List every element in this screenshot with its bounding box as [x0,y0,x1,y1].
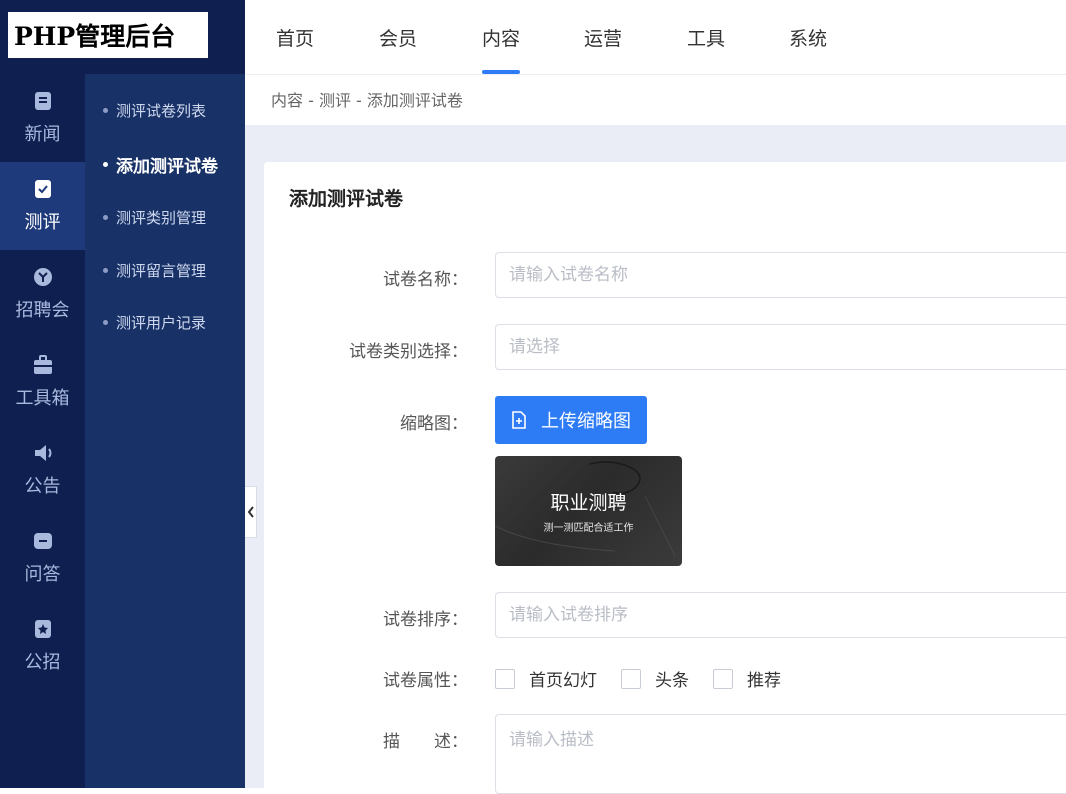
checkbox[interactable] [495,668,515,689]
checkbox[interactable] [713,668,733,689]
subnav-item-label: 添加测评试卷 [116,157,218,177]
rail-item-label: 问答 [24,564,61,585]
rail-item-label: 新闻 [24,124,61,145]
news-icon [32,90,54,112]
rail-item-label: 公告 [24,476,61,497]
paper-name-input[interactable] [495,252,1066,298]
paper-name-label: 试卷名称： [383,270,468,290]
rail-item-public-recruit[interactable]: 公招 [0,602,85,690]
checkbox-label: 首页幻灯 [529,671,597,691]
app-logo: PHP管理后台 [8,12,208,58]
rail-item-evaluation[interactable]: 测评 [0,162,85,250]
thumbnail-label: 缩略图： [400,414,468,434]
toolbox-icon [32,354,54,376]
upload-file-icon [512,411,526,429]
attributes-label: 试卷属性： [383,671,468,691]
rail-item-announcement[interactable]: 公告 [0,426,85,514]
attribute-checkboxes: 首页幻灯 头条 推荐 [495,666,805,691]
announcement-icon [32,442,54,464]
attr-recommend-option[interactable]: 推荐 [713,666,781,691]
attr-slideshow-option[interactable]: 首页幻灯 [495,666,597,691]
breadcrumb: 内容 - 测评 - 添加测评试卷 [245,75,1066,125]
tab-home[interactable]: 首页 [276,24,314,51]
rail-item-toolbox[interactable]: 工具箱 [0,338,85,426]
subnav-item-label: 测评试卷列表 [116,102,207,120]
thumbnail-title: 职业测聘 [550,492,627,514]
tab-tools[interactable]: 工具 [687,24,725,51]
subnav-item-comments[interactable]: 测评留言管理 [103,260,206,281]
subnav-item-label: 测评留言管理 [116,262,207,280]
subnav-item-paper-list[interactable]: 测评试卷列表 [103,100,206,121]
upload-button-label: 上传缩略图 [541,411,631,432]
attr-headline-option[interactable]: 头条 [621,666,689,691]
description-label: 描 述： [383,732,468,752]
subnav-item-category[interactable]: 测评类别管理 [103,207,206,228]
checkbox-label: 推荐 [747,671,781,691]
sort-label: 试卷排序： [383,610,468,630]
rail-item-label: 公招 [24,652,61,673]
thumbnail-preview: 职业测聘 测一测匹配合适工作 [495,456,682,566]
rail-item-label: 测评 [24,212,61,233]
category-select-label: 试卷类别选择： [349,342,468,362]
bullet-dot [103,320,108,325]
public-recruit-icon [32,618,54,640]
bullet-dot [103,162,108,167]
rail-item-news[interactable]: 新闻 [0,74,85,162]
job-fair-icon [32,266,54,288]
sub-sidebar: 测评试卷列表 添加测评试卷 测评类别管理 测评留言管理 测评用户记录 [85,74,245,788]
collapse-sidebar-button[interactable] [245,486,257,538]
checkbox-label: 头条 [655,671,689,691]
rail-item-label: 工具箱 [15,388,70,409]
thumbnail-subtitle: 测一测匹配合适工作 [543,523,634,534]
evaluation-icon [32,178,54,200]
subnav-item-label: 测评类别管理 [116,209,207,227]
top-nav: 首页 会员 内容 运营 工具 系统 [245,0,1066,75]
page-title: 添加测评试卷 [289,188,404,210]
icon-rail: 新闻 测评 招聘会 工具箱 公告 问答 公招 [0,0,85,788]
description-textarea[interactable] [495,714,1066,794]
qa-icon [32,530,54,552]
upload-thumbnail-button[interactable]: 上传缩略图 [495,396,647,444]
category-select[interactable] [495,324,1066,370]
subnav-item-user-records[interactable]: 测评用户记录 [103,312,206,333]
sort-input[interactable] [495,592,1066,638]
bullet-dot [103,268,108,273]
bullet-dot [103,108,108,113]
subnav-item-label: 测评用户记录 [116,314,207,332]
checkbox[interactable] [621,668,641,689]
subnav-item-add-paper[interactable]: 添加测评试卷 [103,152,218,177]
bullet-dot [103,215,108,220]
tab-system[interactable]: 系统 [789,24,827,51]
tab-member[interactable]: 会员 [379,24,417,51]
tab-operation[interactable]: 运营 [584,24,622,51]
tab-content[interactable]: 内容 [482,24,521,74]
rail-item-qa[interactable]: 问答 [0,514,85,602]
rail-item-job-fair[interactable]: 招聘会 [0,250,85,338]
chevron-left-icon [247,506,254,518]
rail-item-label: 招聘会 [15,300,70,321]
